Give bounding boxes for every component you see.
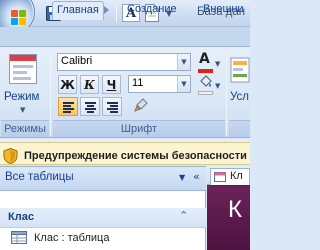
- group-caption-modes: Режимы: [1, 120, 49, 137]
- navigation-pane-title: Все таблицы: [5, 171, 74, 183]
- view-icon: [9, 54, 37, 84]
- nav-item-label: Клас : таблица: [34, 232, 110, 244]
- font-name-value: Calibri: [61, 55, 93, 67]
- shield-icon: [3, 147, 18, 165]
- bold-button[interactable]: Ж: [58, 75, 77, 94]
- group-caption-next: [229, 120, 250, 137]
- font-color-dropdown-icon[interactable]: ▼: [215, 60, 220, 68]
- font-size-dropdown-icon[interactable]: ▼: [177, 76, 190, 92]
- align-left-button[interactable]: [58, 97, 78, 116]
- group-caption-font: Шрифт: [53, 120, 225, 137]
- font-color-swatch: [198, 69, 213, 73]
- format-painter-button[interactable]: [132, 97, 152, 116]
- conditional-icon: [230, 57, 250, 83]
- tab-create[interactable]: Создание: [123, 1, 181, 20]
- nav-group-title: Клас: [8, 211, 34, 223]
- form-icon: [214, 172, 226, 182]
- align-right-button[interactable]: [102, 97, 122, 116]
- font-name-dropdown-icon[interactable]: ▼: [177, 54, 190, 70]
- view-button-label: Режим: [4, 91, 40, 103]
- italic-button[interactable]: К: [80, 75, 99, 94]
- fill-color-swatch: [198, 91, 213, 95]
- paint-bucket-icon: [200, 75, 212, 87]
- ribbon-tab-row: [0, 27, 250, 47]
- align-center-button[interactable]: [80, 97, 100, 116]
- tab-home[interactable]: Главная: [52, 1, 104, 20]
- font-size-value: 11: [132, 77, 144, 89]
- tab-external-data[interactable]: Внешни: [199, 1, 248, 20]
- security-warning-text: Предупреждение системы безопасности: [24, 150, 247, 162]
- group-separator: [50, 50, 51, 136]
- document-tab-label: Кл: [230, 170, 243, 182]
- font-color-icon: A: [199, 51, 210, 67]
- chevron-up-double-icon[interactable]: ⌃: [179, 209, 188, 222]
- group-separator: [226, 50, 227, 136]
- underline-button[interactable]: Ч: [102, 75, 121, 94]
- brush-icon: [134, 98, 148, 112]
- conditional-format-label: Усл: [230, 91, 249, 103]
- table-icon: [11, 231, 27, 244]
- conditional-format-button[interactable]: [230, 56, 250, 96]
- chevron-down-icon[interactable]: ▼: [179, 173, 185, 182]
- toolbar-separator: [116, 5, 117, 22]
- collapse-pane-icon[interactable]: «: [193, 170, 200, 183]
- fill-color-dropdown-icon[interactable]: ▼: [215, 82, 220, 90]
- chevron-down-icon: ▼: [20, 106, 26, 114]
- office-logo-icon: [11, 10, 18, 17]
- form-title: К: [228, 196, 242, 223]
